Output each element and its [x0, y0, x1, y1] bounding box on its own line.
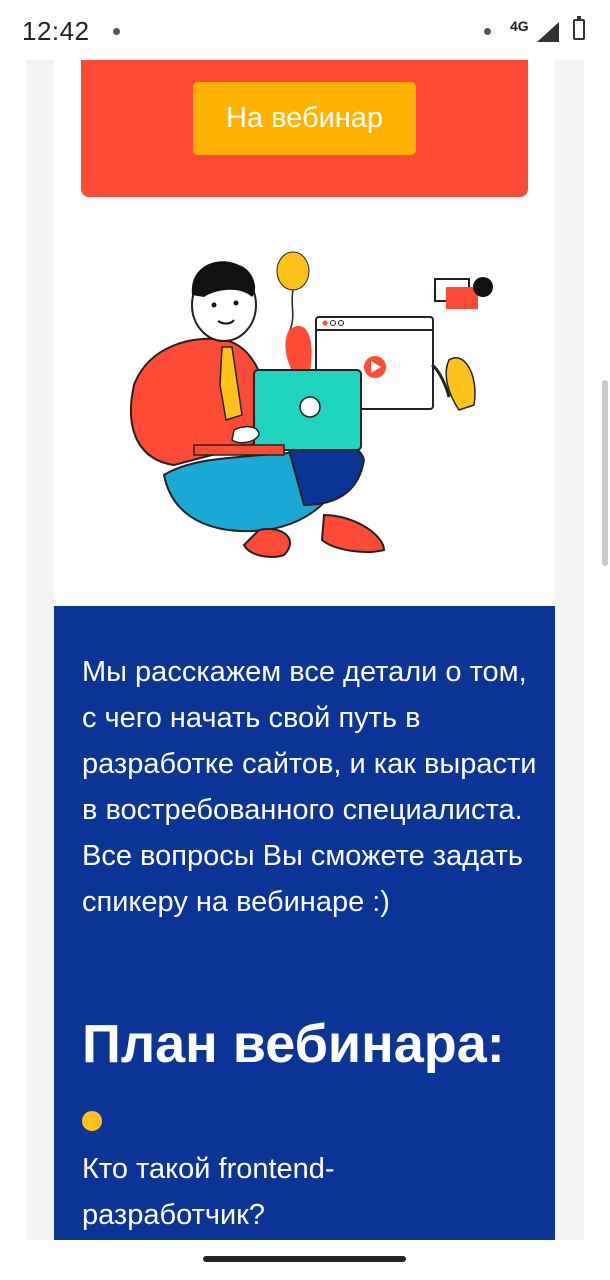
content-card: На вебинар Мы расскажем все детали о том…: [54, 60, 555, 1240]
status-bar: 12:42 4G: [0, 0, 610, 60]
webinar-cta-button[interactable]: На вебинар: [193, 82, 416, 155]
status-dot-icon: [484, 28, 491, 35]
signal-icon: [537, 22, 559, 42]
notification-dot-icon: [113, 28, 120, 35]
network-type: 4G: [510, 18, 529, 34]
battery-icon: [573, 16, 585, 40]
plan-title: План вебинара:: [82, 1014, 505, 1074]
page-content[interactable]: На вебинар Мы расскажем все детали о том…: [26, 60, 584, 1240]
status-time: 12:42: [22, 16, 90, 46]
bullet-dot-icon: [82, 1111, 102, 1131]
plan-list-item: Кто такой frontend-разработчик?: [82, 1153, 335, 1231]
developer-with-laptop-illustration: [129, 251, 493, 558]
scrollbar[interactable]: [602, 380, 608, 566]
gesture-nav-handle[interactable]: [203, 1256, 406, 1262]
info-section: Мы расскажем все детали о том, с чего на…: [54, 606, 555, 1240]
info-description: Мы расскажем все детали о том, с чего на…: [82, 656, 537, 918]
cta-banner: На вебинар: [81, 60, 528, 197]
